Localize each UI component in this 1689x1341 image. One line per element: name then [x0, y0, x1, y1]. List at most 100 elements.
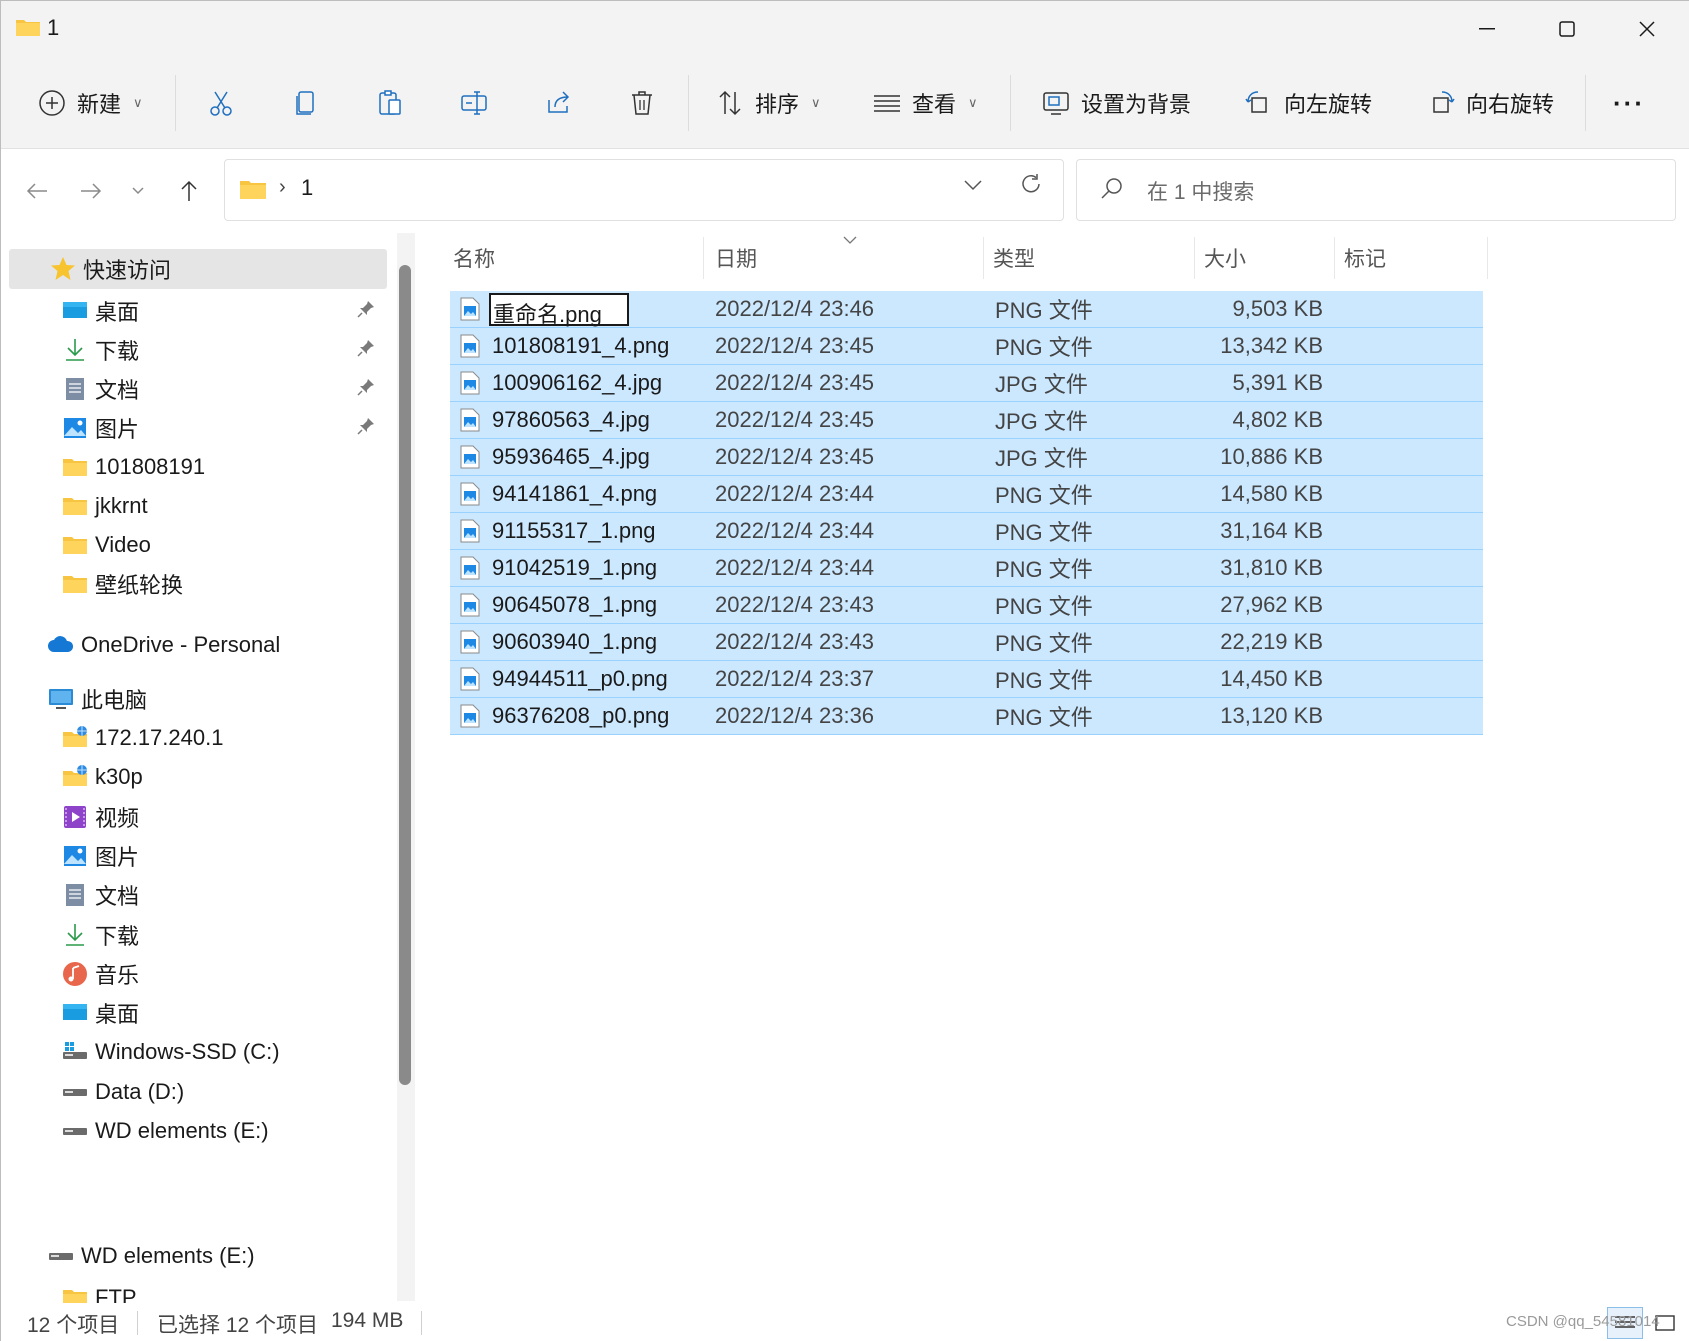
- copy-icon: [296, 91, 314, 115]
- address-bar[interactable]: › 1: [224, 159, 1064, 221]
- more-icon: ···: [1613, 87, 1645, 118]
- new-button[interactable]: 新建 ∨: [37, 77, 143, 129]
- column-divider[interactable]: [983, 237, 984, 279]
- set-background-label: 设置为背景: [1081, 92, 1192, 117]
- file-name: 94141861_4.png: [492, 481, 658, 506]
- column-divider[interactable]: [1487, 237, 1488, 279]
- delete-button[interactable]: [627, 77, 657, 129]
- column-header-size[interactable]: 大小: [1204, 233, 1246, 283]
- file-row[interactable]: 94944511_p0.png 2022/12/4 23:37 PNG 文件 14,4…: [450, 661, 1483, 698]
- sidebar-item-pc-2[interactable]: 视频: [1, 797, 387, 837]
- address-history-button[interactable]: [963, 174, 983, 197]
- sidebar-scrollbar-thumb[interactable]: [399, 265, 411, 1085]
- sidebar-item-pc-7[interactable]: 桌面: [1, 993, 387, 1033]
- sidebar-item-label: Data (D:): [95, 1078, 185, 1104]
- sidebar-item-quick-2[interactable]: 文档: [1, 369, 387, 409]
- close-button[interactable]: [1607, 1, 1687, 57]
- sidebar-item-pc-8[interactable]: Windows-SSD (C:): [1, 1032, 387, 1072]
- rename-input-value: 重命名.png: [493, 302, 602, 327]
- toolbar-divider: [1010, 75, 1011, 131]
- selected-count: 已选择 12 个项目: [157, 1314, 319, 1337]
- sidebar-item-pc-4[interactable]: 文档: [1, 875, 387, 915]
- maximize-button[interactable]: [1527, 1, 1607, 57]
- network-drive-icon: [61, 724, 89, 752]
- sidebar-item-pc-1[interactable]: k30p: [1, 757, 387, 797]
- sidebar-item-quick-access[interactable]: 快速访问: [9, 249, 387, 289]
- file-size: 5,391 KB: [1232, 370, 1323, 395]
- view-button[interactable]: 查看 ∨: [872, 77, 978, 129]
- file-size: 4,802 KB: [1232, 407, 1323, 432]
- rotate-left-button[interactable]: 向左旋转: [1244, 77, 1372, 129]
- file-row[interactable]: 96376208_p0.png 2022/12/4 23:36 PNG 文件 13,1…: [450, 698, 1483, 735]
- sidebar-item-pc-9[interactable]: Data (D:): [1, 1072, 387, 1112]
- file-type: JPG 文件: [995, 409, 1088, 434]
- file-row[interactable]: 100906162_4.jpg 2022/12/4 23:45 JPG 文件 5,39…: [450, 365, 1483, 402]
- rotate-left-icon: [1245, 91, 1267, 113]
- set-background-button[interactable]: 设置为背景: [1041, 77, 1191, 129]
- sidebar-item-pc-0[interactable]: 172.17.240.1: [1, 718, 387, 758]
- sidebar-item-quick-3[interactable]: 图片: [1, 408, 387, 448]
- sidebar-item-quick-6[interactable]: Video: [1, 525, 387, 565]
- file-row[interactable]: 重命名.png 2022/12/4 23:46 PNG 文件 9,503 KB: [450, 291, 1483, 328]
- sidebar-item-label: 101808191: [95, 454, 206, 479]
- file-type: PNG 文件: [995, 483, 1093, 508]
- file-row[interactable]: 90603940_1.png 2022/12/4 23:43 PNG 文件 22,21…: [450, 624, 1483, 661]
- file-row[interactable]: 91042519_1.png 2022/12/4 23:44 PNG 文件 31,81…: [450, 550, 1483, 587]
- search-icon: [1101, 178, 1122, 199]
- file-date: 2022/12/4 23:45: [715, 444, 875, 469]
- column-header-date[interactable]: 日期: [715, 233, 955, 283]
- sidebar-item-quick-4[interactable]: 101808191: [1, 447, 387, 487]
- sort-button[interactable]: 排序 ∨: [715, 77, 821, 129]
- sidebar-item-pc-10[interactable]: WD elements (E:): [1, 1111, 387, 1151]
- column-divider[interactable]: [703, 237, 704, 279]
- sidebar-item-quick-5[interactable]: jkkrnt: [1, 486, 387, 526]
- up-button[interactable]: [169, 171, 209, 211]
- sidebar-item-label: k30p: [95, 764, 143, 790]
- sidebar-item-wd-elements[interactable]: WD elements (E:): [1, 1236, 387, 1276]
- refresh-button[interactable]: [1019, 172, 1043, 203]
- chevron-down-icon: [964, 180, 982, 191]
- sidebar-item-pc-3[interactable]: 图片: [1, 836, 387, 876]
- column-divider[interactable]: [1334, 237, 1335, 279]
- cut-button[interactable]: [206, 77, 236, 129]
- file-row[interactable]: 95936465_4.jpg 2022/12/4 23:45 JPG 文件 10,88…: [450, 439, 1483, 476]
- recent-locations-button[interactable]: [118, 171, 158, 211]
- sidebar-item-onedrive[interactable]: OneDrive - Personal: [1, 625, 387, 665]
- column-header-type[interactable]: 类型: [993, 233, 1035, 283]
- forward-button[interactable]: [71, 171, 111, 211]
- paste-button[interactable]: [375, 77, 405, 129]
- search-placeholder: 在 1 中搜索: [1147, 181, 1255, 204]
- file-row[interactable]: 91155317_1.png 2022/12/4 23:44 PNG 文件 31,16…: [450, 513, 1483, 550]
- file-size: 22,219 KB: [1220, 629, 1323, 654]
- sidebar-item-pc-5[interactable]: 下载: [1, 915, 387, 955]
- breadcrumb-item[interactable]: 1: [301, 175, 313, 201]
- more-options-button[interactable]: ···: [1613, 77, 1645, 129]
- share-button[interactable]: [544, 77, 574, 129]
- rotate-right-button[interactable]: 向右旋转: [1426, 77, 1554, 129]
- column-label: 日期: [715, 248, 757, 271]
- minimize-button[interactable]: [1447, 1, 1527, 57]
- rename-input[interactable]: 重命名.png: [489, 293, 629, 327]
- copy-button[interactable]: [291, 77, 321, 129]
- column-divider[interactable]: [1194, 237, 1195, 279]
- back-button[interactable]: [17, 171, 57, 211]
- file-row[interactable]: 101808191_4.png 2022/12/4 23:45 PNG 文件 13,3…: [450, 328, 1483, 365]
- document-icon: [61, 375, 89, 403]
- column-header-tags[interactable]: 标记: [1344, 233, 1386, 283]
- file-row[interactable]: 97860563_4.jpg 2022/12/4 23:45 JPG 文件 4,802…: [450, 402, 1483, 439]
- sidebar-item-pc-6[interactable]: 音乐: [1, 954, 387, 994]
- sidebar-item-quick-0[interactable]: 桌面: [1, 291, 387, 331]
- chevron-down-icon: ∨: [968, 95, 978, 110]
- file-row[interactable]: 94141861_4.png 2022/12/4 23:44 PNG 文件 14,58…: [450, 476, 1483, 513]
- maximize-icon: [1559, 21, 1575, 37]
- file-name: 90645078_1.png: [492, 592, 658, 617]
- sidebar-item-quick-7[interactable]: 壁纸轮换: [1, 564, 387, 604]
- rename-button[interactable]: [459, 77, 489, 129]
- column-header-name[interactable]: 名称: [453, 233, 495, 283]
- search-input[interactable]: 在 1 中搜索: [1076, 159, 1676, 221]
- file-row[interactable]: 90645078_1.png 2022/12/4 23:43 PNG 文件 27,96…: [450, 587, 1483, 624]
- sidebar-item-label: OneDrive - Personal: [81, 632, 281, 657]
- file-type: PNG 文件: [995, 557, 1093, 582]
- sidebar-item-this-pc[interactable]: 此电脑: [1, 679, 387, 719]
- sidebar-item-quick-1[interactable]: 下载: [1, 330, 387, 370]
